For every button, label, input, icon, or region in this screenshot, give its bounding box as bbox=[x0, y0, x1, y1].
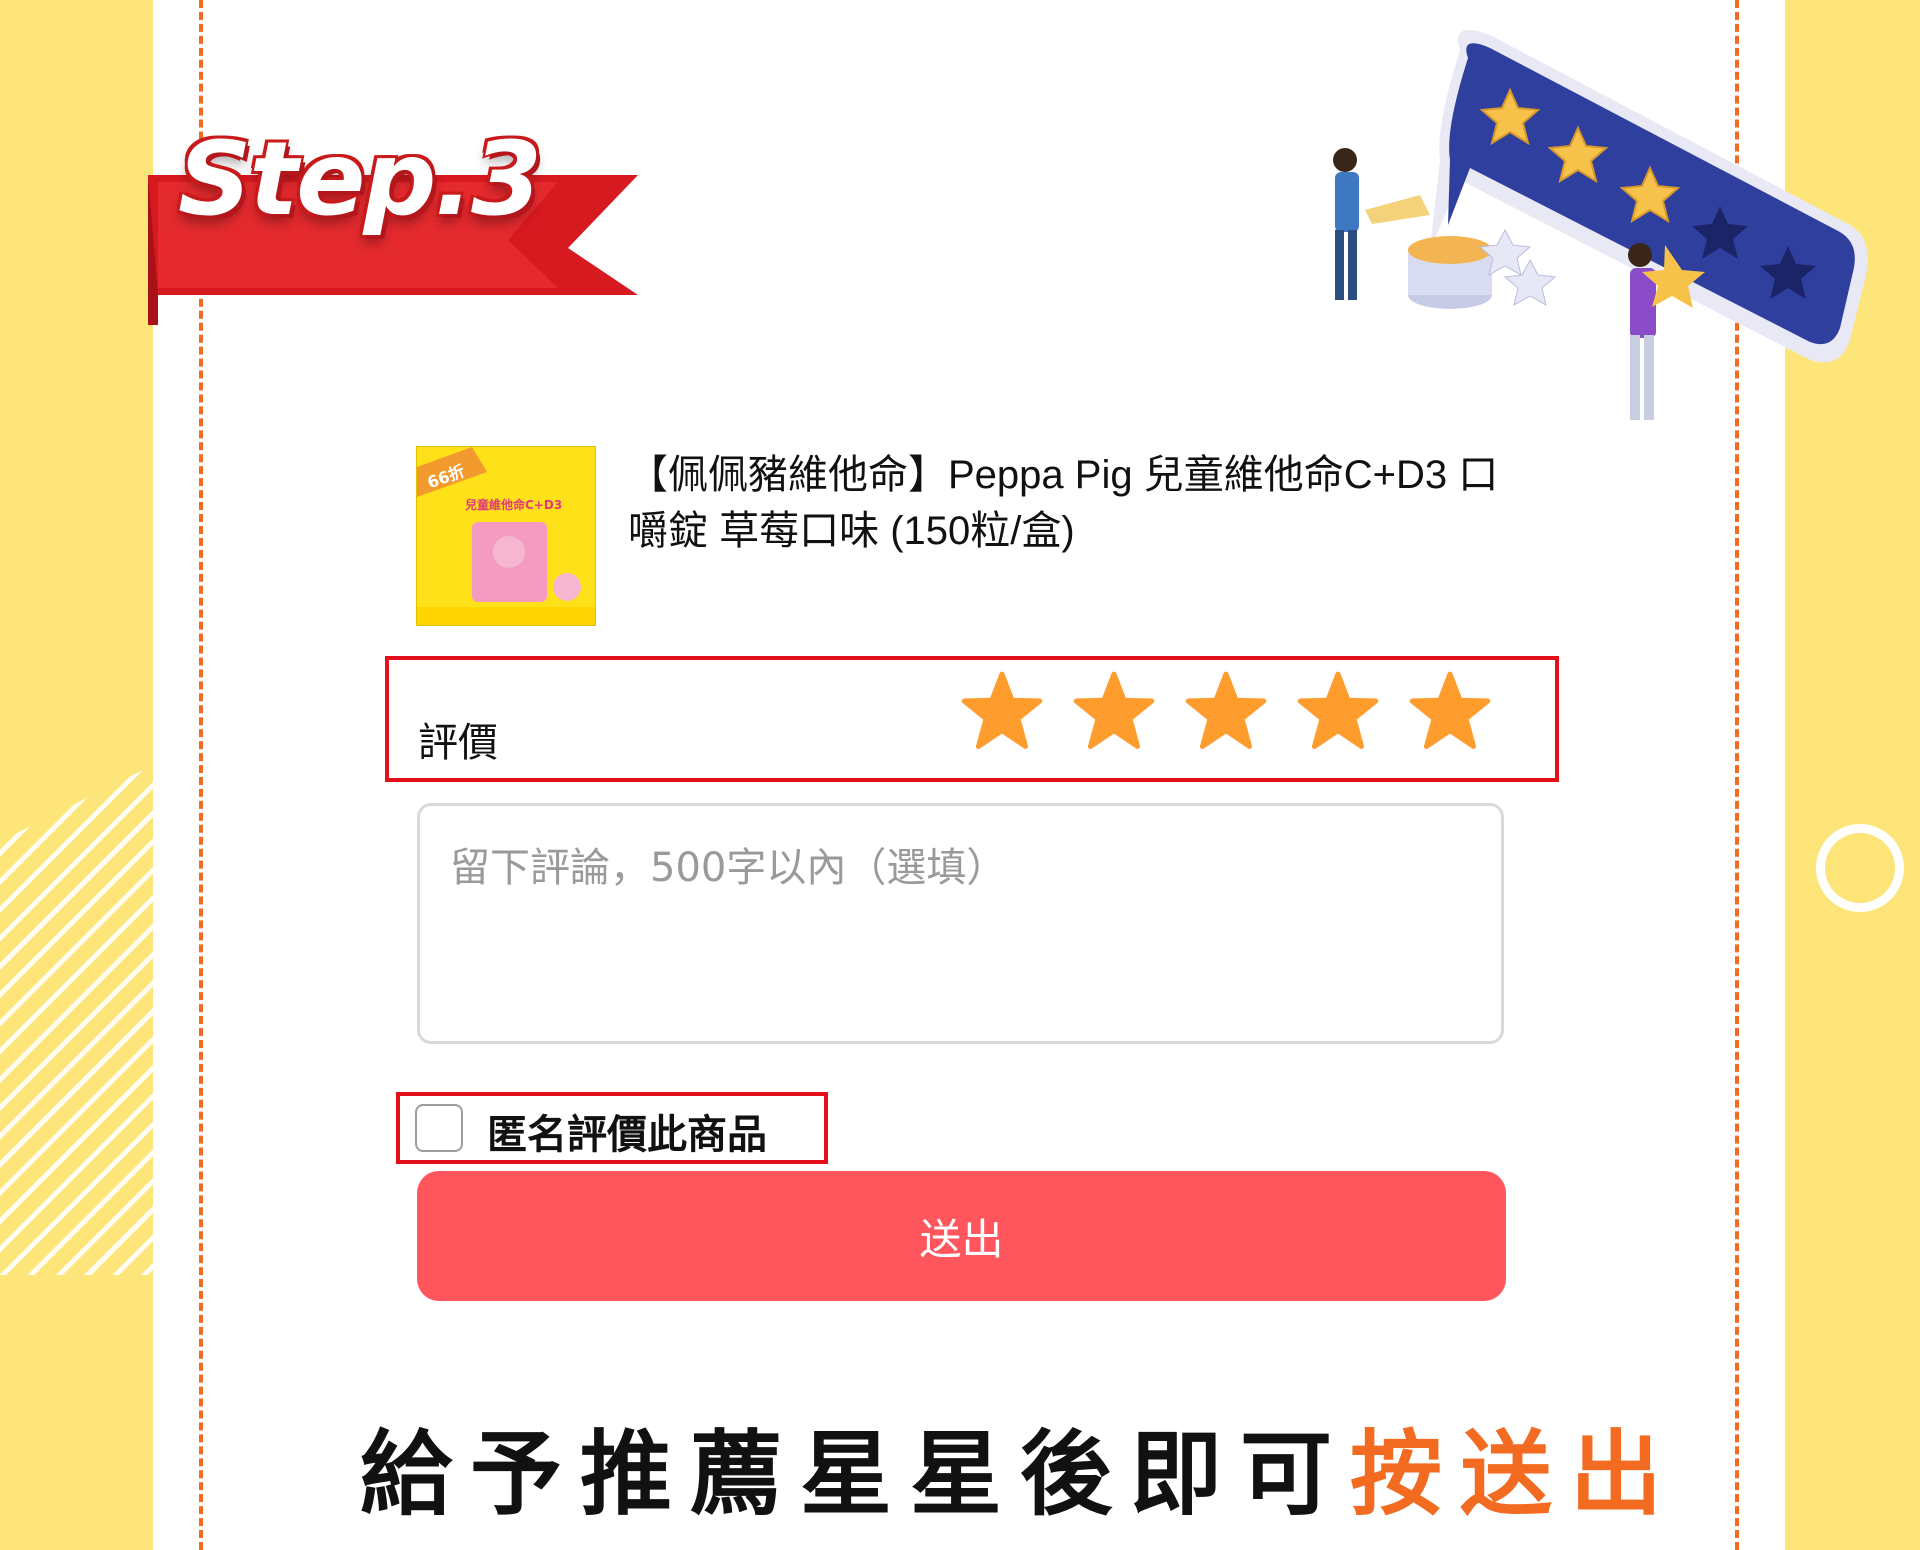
background-left bbox=[0, 0, 153, 1550]
star-icon[interactable] bbox=[1072, 670, 1156, 754]
anonymous-checkbox[interactable] bbox=[415, 1104, 463, 1152]
caption-highlight: 按送出 bbox=[1350, 1421, 1681, 1528]
instruction-caption: 給予推薦星星後即可按送出 bbox=[360, 1400, 1680, 1533]
star-icon[interactable] bbox=[1184, 670, 1268, 754]
submit-label: 送出 bbox=[919, 1214, 1004, 1264]
anonymous-label[interactable]: 匿名評價此商品 bbox=[487, 1102, 767, 1160]
rating-stars[interactable] bbox=[960, 670, 1492, 765]
star-icon[interactable] bbox=[960, 670, 1044, 754]
product-image: 66折 兒童維他命C+D3 bbox=[416, 446, 596, 626]
star-icon[interactable] bbox=[1296, 670, 1380, 754]
step-title: Step.3 bbox=[178, 120, 542, 239]
submit-button[interactable]: 送出 bbox=[417, 1171, 1506, 1301]
product-title: 【佩佩豬維他命】Peppa Pig 兒童維他命C+D3 口嚼錠 草莓口味 (15… bbox=[628, 453, 1499, 553]
decorative-ring bbox=[1816, 824, 1904, 912]
caption-prefix: 給予推薦星星後即可 bbox=[360, 1421, 1351, 1528]
product-image-text: 兒童維他命C+D3 bbox=[465, 497, 562, 512]
decorative-stripes bbox=[0, 765, 153, 1275]
rating-label: 評價 bbox=[418, 720, 498, 766]
star-icon[interactable] bbox=[1408, 670, 1492, 754]
comment-placeholder: 留下評論，500字以內（選填） bbox=[450, 845, 1007, 891]
rating-illustration bbox=[1333, 30, 1868, 420]
